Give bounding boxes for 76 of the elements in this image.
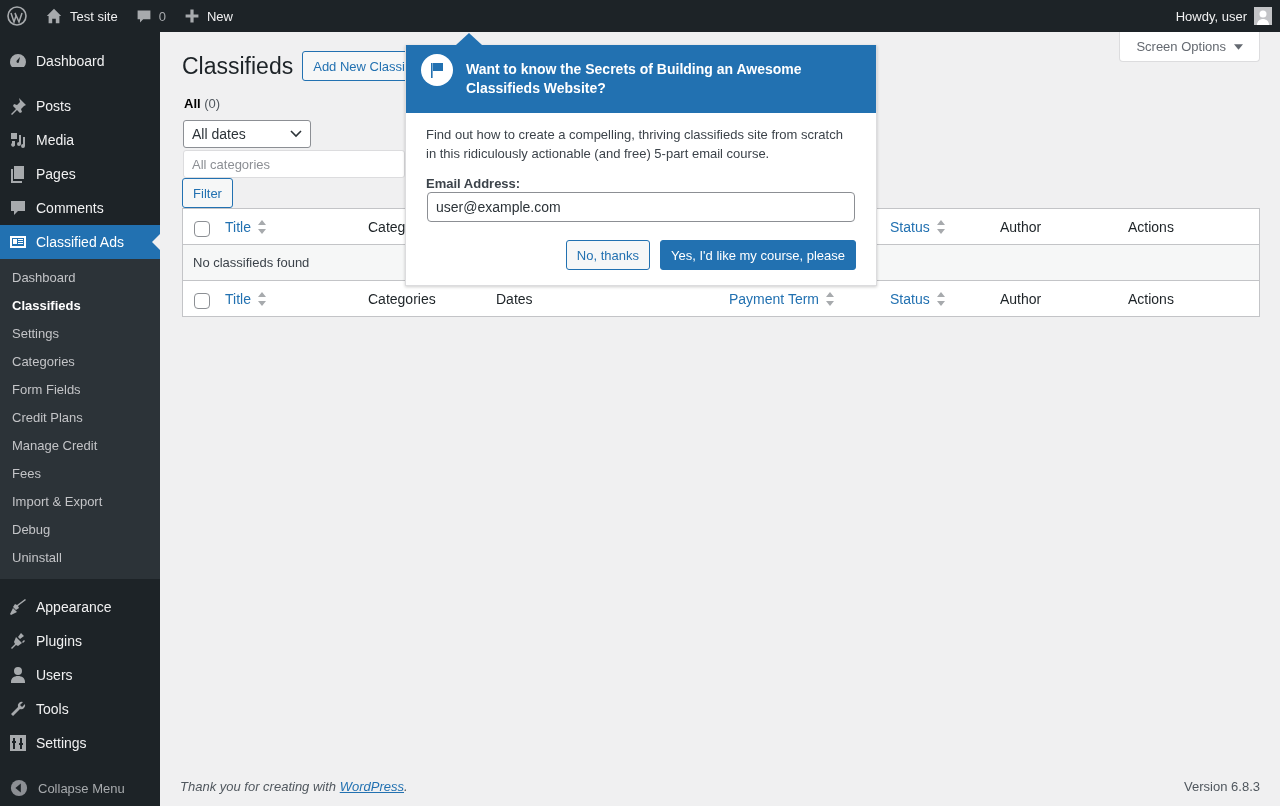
menu-item[interactable]: Pages: [0, 157, 160, 191]
column-header: Categ: [367, 218, 406, 235]
column-header[interactable]: Title: [215, 218, 267, 235]
submenu-item[interactable]: Manage Credit: [0, 432, 160, 460]
site-link[interactable]: Test site: [45, 7, 118, 25]
submenu-item[interactable]: Uninstall: [0, 544, 160, 572]
media-icon: [8, 130, 28, 150]
submenu-item[interactable]: Form Fields: [0, 376, 160, 404]
menu-item[interactable]: Classified Ads: [0, 225, 160, 259]
submenu-item[interactable]: Classifieds: [0, 292, 160, 320]
menu-item[interactable]: Settings: [0, 726, 160, 760]
submenu-item[interactable]: Fees: [0, 460, 160, 488]
comment-icon: [135, 8, 152, 24]
select-all-checkbox[interactable]: [194, 292, 210, 309]
filter-link[interactable]: All (0): [184, 96, 221, 111]
sliders-icon: [8, 733, 28, 753]
menu-item[interactable]: Comments: [0, 191, 160, 225]
menu-item[interactable]: Media: [0, 123, 160, 157]
menu-item[interactable]: Plugins: [0, 624, 160, 658]
menu-item[interactable]: Appearance: [0, 590, 160, 624]
brush-icon: [8, 597, 28, 617]
new-link[interactable]: New: [183, 8, 233, 24]
select-all-checkbox[interactable]: [194, 220, 210, 237]
submenu-item[interactable]: Credit Plans: [0, 404, 160, 432]
empty-message: No classifieds found: [193, 255, 310, 270]
collapse-icon: [10, 779, 28, 797]
column-header[interactable]: Title: [215, 290, 267, 307]
submenu-item[interactable]: Debug: [0, 516, 160, 544]
logo-icon[interactable]: [7, 6, 27, 26]
menu-item[interactable]: Users: [0, 658, 160, 692]
filter-button[interactable]: Filter: [182, 178, 233, 208]
column-header: Author: [999, 218, 1042, 235]
column-header: Categories: [367, 290, 436, 307]
submenu-item[interactable]: Settings: [0, 320, 160, 348]
sort-icon: [256, 218, 267, 235]
column-header: Dates: [495, 290, 533, 307]
collapse-menu-button[interactable]: Collapse Menu: [0, 771, 160, 805]
email-field[interactable]: user@example.com: [427, 192, 855, 222]
accept-button[interactable]: Yes, I'd like my course, please: [660, 240, 856, 270]
caret-icon: [1234, 43, 1243, 50]
plus-icon: [183, 8, 200, 24]
menu-item[interactable]: Dashboard: [0, 44, 160, 78]
page-title: Classifieds: [182, 52, 294, 80]
submenu-item[interactable]: Categories: [0, 348, 160, 376]
submenu-item[interactable]: Dashboard: [0, 264, 160, 292]
column-header[interactable]: Status: [880, 218, 946, 235]
sort-icon: [825, 290, 835, 307]
home-icon: [45, 7, 63, 25]
sort-icon: [935, 290, 946, 307]
column-header[interactable]: Status: [880, 290, 946, 307]
version-text: Version 6.8.3: [1184, 779, 1260, 794]
popup-text: Find out how to create a compelling, thriving classifieds site from scratch in this ridiculously actionable (and free) 5-part email course.: [426, 126, 844, 163]
submenu-item[interactable]: Import & Export: [0, 488, 160, 516]
avatar-icon: [1254, 7, 1272, 25]
chevron-icon: [290, 130, 302, 138]
column-header: Actions: [1127, 290, 1174, 307]
popup-title: Want to know the Secrets of Building an Awesome Classifieds Website?: [466, 60, 803, 98]
user-icon: [8, 665, 28, 685]
wordpress-link[interactable]: WordPress: [339, 779, 404, 794]
column-header: Actions: [1127, 218, 1174, 235]
account-link[interactable]: Howdy, user: [1175, 7, 1272, 25]
sort-icon: [256, 290, 267, 307]
screen-options-button[interactable]: Screen Options: [1119, 32, 1260, 62]
dates-select[interactable]: All dates: [183, 120, 311, 148]
footer-text: Thank you for creating with WordPress.: [180, 779, 408, 794]
sort-icon: [935, 218, 946, 235]
comments-link[interactable]: 0: [135, 8, 166, 24]
email-label: Email Address:: [426, 176, 522, 191]
menu-item[interactable]: Posts: [0, 89, 160, 123]
flag-icon: [421, 54, 453, 86]
categories-field[interactable]: All categories: [183, 150, 405, 178]
comment-icon: [8, 198, 28, 218]
column-header: Author: [999, 290, 1042, 307]
column-header[interactable]: Payment Term: [719, 290, 835, 307]
decline-button[interactable]: No, thanks: [565, 240, 650, 270]
menu-item[interactable]: Tools: [0, 692, 160, 726]
